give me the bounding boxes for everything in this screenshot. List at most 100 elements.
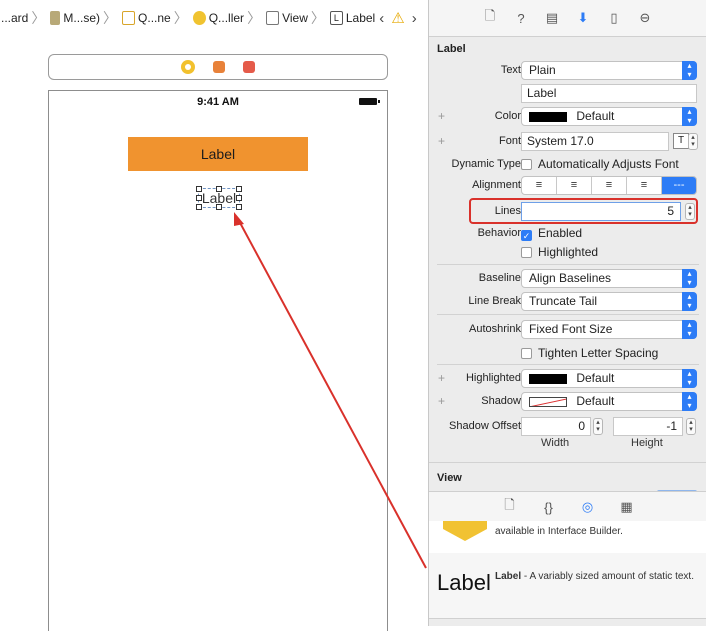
battery-icon [359, 98, 380, 105]
breadcrumb-item-main[interactable]: M...se) 〉 [49, 8, 121, 28]
popup-chevron-icon: ▴ ▾ [682, 392, 697, 411]
shadow-height-field[interactable]: -1 [613, 417, 683, 436]
shadow-width-field[interactable]: 0 [521, 417, 591, 436]
breadcrumb-item-scene[interactable]: Q...ne 〉 [121, 8, 192, 28]
no-color-swatch [529, 396, 567, 407]
media-library-icon[interactable]: ▦ [619, 499, 634, 515]
behavior-label: Behavior [477, 227, 521, 239]
align-center-button[interactable]: ≡ [557, 177, 592, 194]
status-time: 9:41 AM [197, 96, 239, 108]
popup-chevron-icon: ▴ ▾ [682, 107, 697, 126]
behavior-row: Behavior ✓ Enabled [429, 224, 706, 244]
highlighted-check-row: Highlighted [429, 243, 706, 263]
line-break-popup[interactable]: Truncate Tail ▴ ▾ [521, 292, 697, 311]
resize-handle[interactable] [236, 195, 242, 201]
autoshrink-row: Autoshrink Fixed Font Size ▴ ▾ [429, 320, 706, 340]
orange-label[interactable]: Label [128, 137, 308, 171]
font-row: + Font System 17.0 T ▴ ▾ [429, 132, 706, 152]
enabled-checkbox[interactable]: ✓ Enabled [521, 226, 582, 241]
color-value: Default [576, 109, 615, 123]
breadcrumb-label: ...ard [1, 11, 29, 25]
autoshrink-popup[interactable]: Fixed Font Size ▴ ▾ [521, 320, 697, 339]
width-sublabel: Width [541, 437, 570, 449]
dynamic-type-label: Dynamic Type [451, 158, 522, 170]
chevron-right-icon: 〉 [247, 10, 262, 26]
autoshrink-label: Autoshrink [469, 323, 521, 335]
highlighted-checkbox[interactable]: Highlighted [521, 245, 598, 259]
popup-chevron-icon: ▴ ▾ [682, 292, 697, 311]
adjusts-font-checkbox[interactable]: Automatically Adjusts Font [521, 157, 679, 171]
breadcrumb-item-storyboard[interactable]: ...ard 〉 [0, 8, 49, 28]
breadcrumb-item-label[interactable]: L Label [329, 11, 376, 25]
align-justified-button[interactable]: ≡ [627, 177, 662, 194]
text-type-popup[interactable]: Plain ▴ ▾ [521, 61, 697, 80]
color-swatch [529, 111, 567, 122]
align-right-button[interactable]: ≡ [592, 177, 627, 194]
plus-icon[interactable]: + [438, 371, 445, 385]
breadcrumb-item-controller[interactable]: Q...ller 〉 [192, 8, 265, 28]
library-item-title: Label [495, 571, 522, 582]
size-inspector-icon[interactable]: ▯ [607, 10, 622, 26]
shadow-width-stepper[interactable]: ▴ ▾ [593, 418, 603, 435]
first-responder-icon[interactable] [213, 61, 225, 73]
library-item[interactable]: available in Interface Builder. [429, 521, 706, 554]
object-library-icon[interactable]: ◎ [580, 499, 595, 515]
tighten-checkbox[interactable]: Tighten Letter Spacing [521, 346, 658, 360]
shadow-color-popup[interactable]: Default ▴ ▾ [521, 392, 697, 411]
identity-inspector-icon[interactable]: ▤ [545, 10, 560, 26]
file-template-icon[interactable]: 🗋 [502, 497, 517, 515]
quick-help-icon[interactable]: ? [514, 11, 529, 26]
font-field[interactable]: System 17.0 [521, 132, 669, 151]
file-inspector-icon[interactable]: 🗋 [483, 8, 498, 26]
checkbox-label: Automatically Adjusts Font [538, 157, 679, 171]
plus-icon[interactable]: + [438, 134, 445, 148]
checkbox-label: Enabled [538, 226, 583, 240]
alignment-segmented-control[interactable]: ≡ ≡ ≡ ≡ --- [521, 176, 697, 195]
library-tabs: 🗋 {} ◎ ▦ [429, 491, 706, 522]
label-preview: Label [437, 570, 491, 595]
library-item-label[interactable]: Label Label - A variably sized amount of… [429, 553, 706, 619]
shadow-height-stepper[interactable]: ▴ ▾ [686, 418, 696, 435]
storyboard-canvas[interactable]: 9:41 AM Label Label [0, 36, 428, 631]
font-picker-icon[interactable]: T [673, 133, 689, 149]
selected-label[interactable]: Label [196, 186, 242, 210]
view-icon [266, 11, 280, 25]
resize-handle[interactable] [236, 186, 242, 192]
resize-handle[interactable] [196, 195, 202, 201]
connections-inspector-icon[interactable]: ⊖ [638, 10, 653, 26]
text-label: Text [500, 64, 521, 76]
resize-handle[interactable] [196, 186, 202, 192]
plus-icon[interactable]: + [438, 109, 445, 123]
exit-icon[interactable] [243, 61, 255, 73]
library-item-description: available in Interface Builder. [495, 526, 623, 537]
resize-handle[interactable] [196, 204, 202, 210]
resize-handle[interactable] [216, 186, 222, 192]
breadcrumb: ...ard 〉 M...se) 〉 Q...ne 〉 Q...ller 〉 V… [0, 0, 428, 37]
font-size-stepper[interactable]: ▴ ▾ [688, 133, 698, 150]
text-value-field[interactable]: Label [521, 84, 697, 103]
breadcrumb-item-view[interactable]: View 〉 [265, 8, 329, 28]
align-natural-button[interactable]: --- [662, 177, 696, 194]
warning-icon[interactable]: ⚠ [391, 9, 404, 27]
align-left-button[interactable]: ≡ [522, 177, 557, 194]
plus-icon[interactable]: + [438, 394, 445, 408]
code-snippet-icon[interactable]: {} [541, 500, 556, 515]
breadcrumb-label: Label [345, 11, 376, 25]
baseline-popup[interactable]: Align Baselines ▴ ▾ [521, 269, 697, 288]
highlighted-color-popup[interactable]: Default ▴ ▾ [521, 369, 697, 388]
color-popup[interactable]: Default ▴ ▾ [521, 107, 697, 126]
forward-arrow-icon[interactable]: › [412, 10, 417, 27]
shadow-value: Default [576, 394, 615, 408]
shadow-label: Shadow [481, 395, 521, 407]
popup-chevron-icon: ▴ ▾ [682, 369, 697, 388]
attributes-inspector: 🗋 ? ▤ ⬇ ▯ ⊖ Label Text Plain ▴ ▾ Label + … [428, 0, 706, 626]
scene-icon [122, 11, 136, 25]
attributes-inspector-icon[interactable]: ⬇ [576, 10, 591, 26]
divider [429, 462, 706, 463]
resize-handle[interactable] [216, 204, 222, 210]
back-arrow-icon[interactable]: ‹ [379, 10, 384, 27]
resize-handle[interactable] [236, 204, 242, 210]
line-break-row: Line Break Truncate Tail ▴ ▾ [429, 292, 706, 312]
view-controller-icon[interactable] [181, 60, 195, 74]
font-label: Font [498, 135, 521, 147]
